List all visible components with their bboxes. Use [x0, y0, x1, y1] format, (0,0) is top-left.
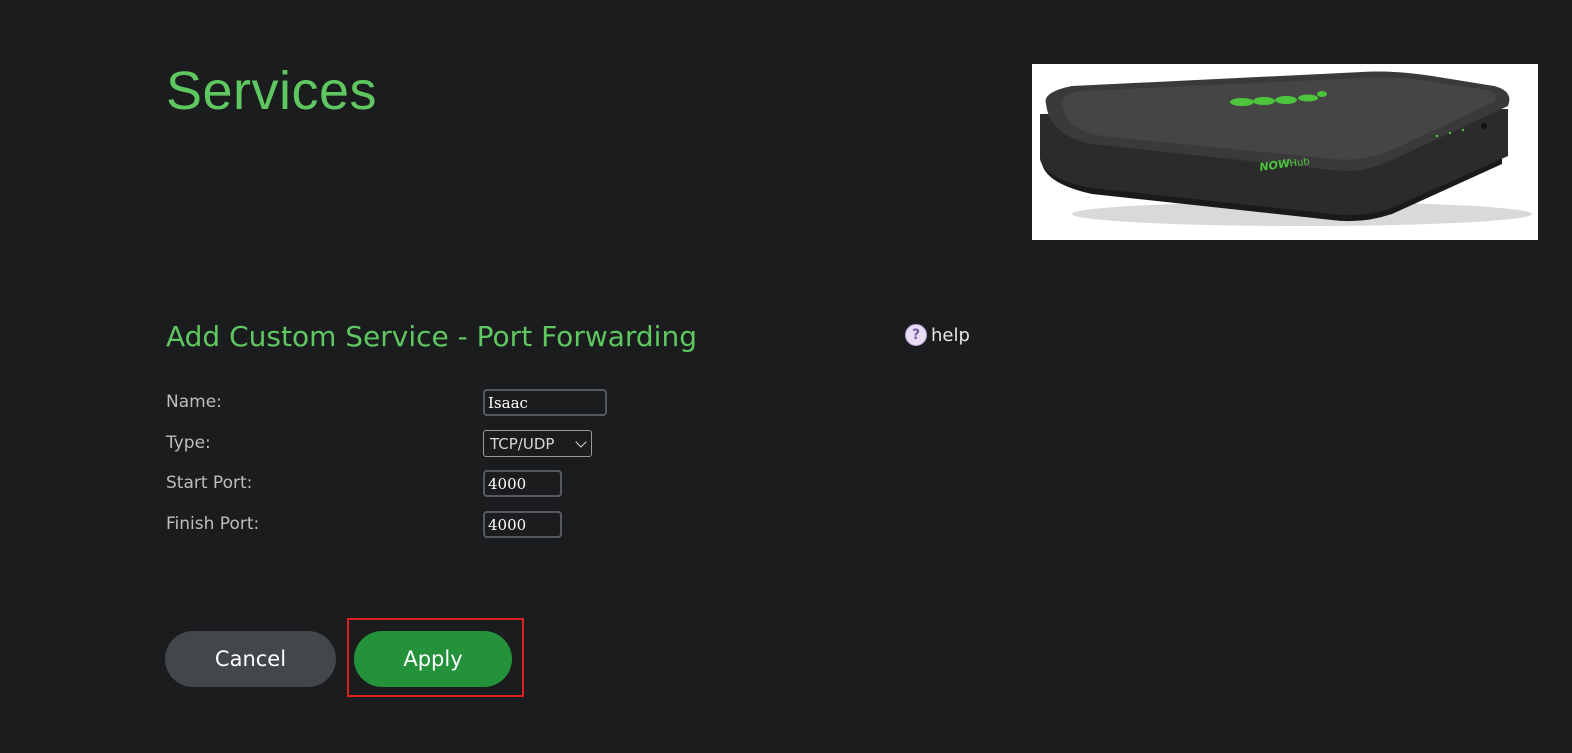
- type-select[interactable]: TCP/UDP: [483, 430, 592, 457]
- type-row: Type: TCP/UDP: [166, 430, 626, 458]
- name-input[interactable]: [483, 389, 607, 416]
- start-port-input[interactable]: [483, 470, 562, 497]
- start-port-label: Start Port:: [166, 473, 253, 493]
- name-label: Name:: [166, 392, 222, 412]
- router-illustration: NOW Hub: [1040, 71, 1532, 226]
- cancel-button[interactable]: Cancel: [165, 631, 336, 687]
- finish-port-input[interactable]: [483, 511, 562, 538]
- type-label: Type:: [166, 433, 211, 453]
- apply-button[interactable]: Apply: [354, 631, 512, 687]
- start-port-row: Start Port:: [166, 470, 626, 498]
- question-mark-icon: ?: [905, 324, 927, 346]
- type-select-value: TCP/UDP: [490, 434, 555, 453]
- page: Services NOW Hub Add Custom Service - Po…: [0, 0, 1572, 753]
- help-label: help: [931, 324, 970, 346]
- help-link[interactable]: ? help: [905, 324, 970, 346]
- chevron-down-icon: [575, 435, 587, 448]
- finish-port-row: Finish Port:: [166, 511, 626, 539]
- name-row: Name:: [166, 389, 626, 417]
- page-title: Services: [166, 61, 378, 121]
- section-title: Add Custom Service - Port Forwarding: [166, 320, 697, 353]
- router-image: NOW Hub: [1032, 64, 1538, 240]
- finish-port-label: Finish Port:: [166, 514, 260, 534]
